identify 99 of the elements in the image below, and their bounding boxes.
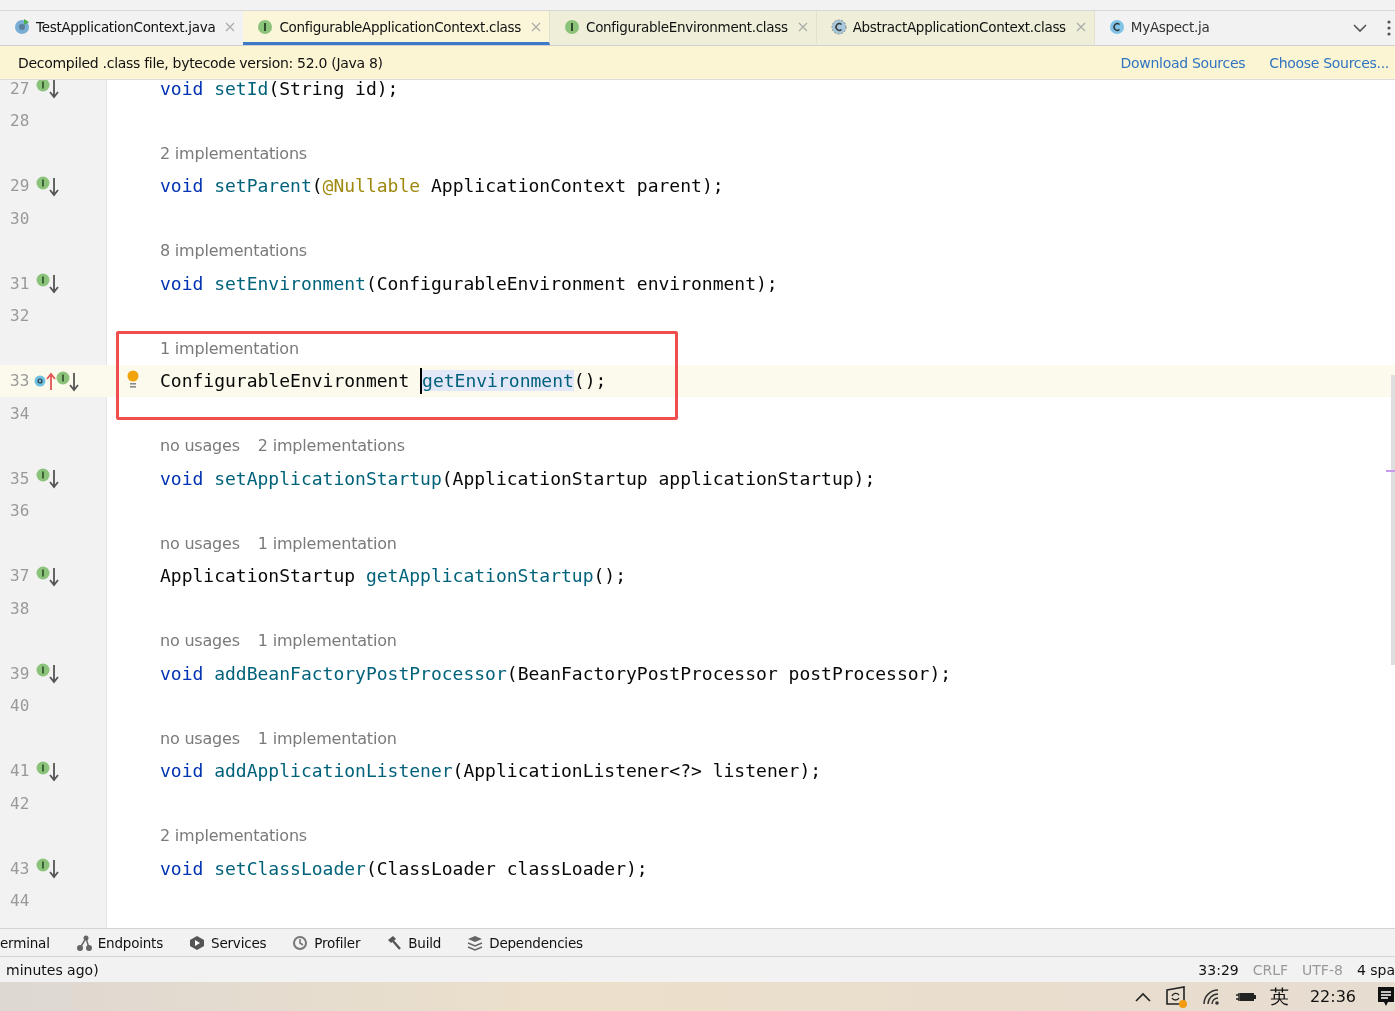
code-line: void addBeanFactoryPostProcessor(BeanFactoryPostProcessor postProcessor); [160, 662, 952, 684]
line-number: 39 [9, 663, 31, 683]
chevron-up-icon [1133, 990, 1152, 1003]
code-line: ConfigurableEnvironment getEnvironment(); [160, 367, 607, 394]
inlay-hint[interactable]: 1 implementation [257, 533, 397, 553]
implemented-down-arrow-icon [36, 759, 60, 782]
tab-label: ConfigurableApplicationContext.class [279, 18, 522, 35]
close-icon [225, 21, 236, 32]
status-item[interactable]: 33:29 [1198, 961, 1239, 978]
interface-icon [564, 17, 581, 36]
implemented-down-arrow-icon [36, 467, 60, 490]
editor-tab[interactable]: ConfigurableApplicationContext.class [243, 11, 551, 45]
code-line: void setId(String id); [160, 80, 399, 99]
wifi-icon [1201, 987, 1222, 1006]
code-line: void setApplicationStartup(ApplicationStartup applicationStartup); [160, 467, 876, 489]
tray-app-icon [1164, 985, 1189, 1008]
abstract-class-icon [830, 17, 847, 36]
status-item[interactable]: UTF-8 [1302, 961, 1343, 978]
code-line: void setEnvironment(ConfigurableEnvironment environment); [160, 272, 778, 294]
chevron-down-icon [1353, 23, 1367, 33]
inlay-hint[interactable]: 1 implementation [257, 631, 397, 651]
tool-window-button[interactable]: Services [189, 934, 267, 951]
code-line: void addApplicationListener(ApplicationListener<?> listener); [160, 760, 822, 782]
tool-window-button[interactable]: erminal [0, 934, 50, 951]
line-number: 32 [9, 306, 31, 326]
layers-icon [467, 934, 484, 951]
line-number: 38 [9, 598, 31, 618]
tool-window-button[interactable]: Dependencies [467, 934, 583, 951]
interface-icon [257, 17, 274, 36]
line-number: 41 [9, 761, 31, 781]
tab-label: AbstractApplicationContext.class [852, 18, 1066, 35]
code-line: void setClassLoader(ClassLoader classLoader); [160, 857, 648, 879]
more-icon [1387, 20, 1391, 36]
implemented-down-arrow-icon [56, 369, 80, 392]
test-class-icon [14, 17, 30, 36]
inlay-hint[interactable]: 1 implementation [160, 338, 299, 358]
endpoints-icon [75, 934, 92, 951]
tool-window-button[interactable]: Build [386, 934, 442, 951]
close-icon [797, 21, 808, 32]
inlay-hint[interactable]: 8 implementations [160, 241, 307, 261]
notification-icon [1377, 985, 1395, 1008]
status-message: minutes ago) [5, 961, 99, 978]
inlay-hint[interactable]: no usages [160, 728, 240, 748]
inlay-hint[interactable]: no usages [160, 533, 240, 553]
implemented-down-arrow-icon [36, 272, 60, 295]
banner-link[interactable]: Choose Sources... [1269, 54, 1389, 71]
tab-label: ConfigurableEnvironment.class [586, 18, 788, 35]
line-number: 42 [9, 793, 31, 813]
code-line: ApplicationStartup getApplicationStartup(); [160, 565, 626, 587]
overrides-up-arrow-icon [34, 370, 56, 391]
line-number: 33 [9, 371, 31, 391]
inlay-hint[interactable]: 1 implementation [257, 728, 397, 748]
lightbulb-icon [127, 369, 139, 390]
line-number: 27 [9, 80, 31, 98]
banner-message: Decompiled .class file, bytecode version: 52.0 (Java 8) [18, 54, 383, 71]
line-number: 30 [9, 208, 31, 228]
status-item[interactable]: 4 spa [1356, 961, 1395, 978]
tool-window-button[interactable]: Profiler [292, 934, 361, 951]
line-number: 36 [9, 501, 31, 521]
implemented-down-arrow-icon [36, 857, 60, 880]
scrollbar[interactable] [1391, 375, 1395, 665]
line-number: 37 [9, 566, 31, 586]
line-number: 29 [9, 176, 31, 196]
line-number: 31 [9, 273, 31, 293]
banner-link[interactable]: Download Sources [1120, 54, 1246, 71]
editor-tab[interactable]: TestApplicationContext.java [0, 11, 244, 45]
services-icon [189, 934, 206, 951]
editor-tab[interactable]: MyAspect.ja [1094, 11, 1218, 45]
inlay-hint[interactable]: no usages [160, 631, 240, 651]
line-number: 35 [9, 468, 31, 488]
close-icon [1075, 21, 1086, 32]
editor-tab[interactable]: AbstractApplicationContext.class [816, 11, 1095, 45]
input-method-indicator[interactable]: 英 [1269, 983, 1289, 1010]
line-number: 34 [9, 403, 31, 423]
inlay-hint[interactable]: 2 implementations [257, 436, 405, 456]
text-caret [420, 367, 423, 394]
inlay-hint[interactable]: no usages [160, 436, 240, 456]
tab-label: TestApplicationContext.java [36, 18, 216, 35]
class-icon [1108, 17, 1125, 36]
inlay-hint[interactable]: 2 implementations [160, 143, 307, 163]
clock[interactable]: 22:36 [1309, 987, 1356, 1006]
implemented-down-arrow-icon [36, 174, 60, 197]
implemented-down-arrow-icon [36, 564, 60, 587]
implemented-down-arrow-icon [36, 662, 60, 685]
implemented-down-arrow-icon [36, 80, 60, 100]
line-number: 40 [9, 696, 31, 716]
code-line: void setParent(@Nullable ApplicationContext parent); [160, 175, 724, 197]
inlay-hint[interactable]: 2 implementations [160, 826, 307, 846]
hammer-icon [386, 934, 403, 951]
line-number: 43 [9, 858, 31, 878]
tab-label: MyAspect.ja [1130, 18, 1210, 35]
editor-tab[interactable]: ConfigurableEnvironment.class [550, 11, 817, 45]
line-number: 28 [9, 111, 31, 131]
tool-window-button[interactable]: Endpoints [75, 934, 164, 951]
error-stripe-mark [1386, 470, 1395, 472]
close-icon [531, 21, 542, 32]
line-number: 44 [9, 891, 31, 911]
status-item[interactable]: CRLF [1252, 961, 1289, 978]
profiler-icon [292, 934, 309, 951]
